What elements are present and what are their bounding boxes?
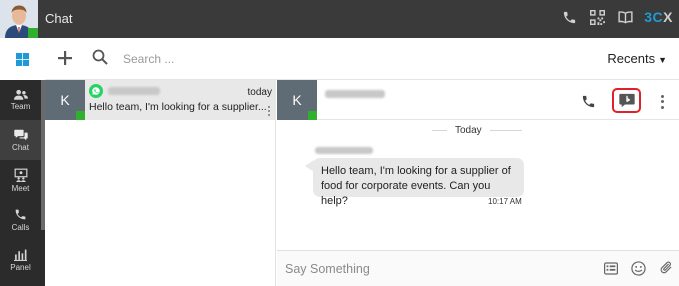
search-icon bbox=[92, 49, 110, 67]
presence-indicator bbox=[28, 28, 38, 38]
emoji-icon[interactable] bbox=[630, 260, 647, 277]
page-title: Chat bbox=[45, 11, 73, 26]
conversation-preview: Hello team, I'm looking for a supplier..… bbox=[89, 101, 267, 113]
recents-label: Recents bbox=[607, 51, 656, 66]
top-actions: 3CX bbox=[560, 8, 673, 26]
presence-indicator bbox=[308, 111, 317, 120]
attachment-icon[interactable] bbox=[658, 260, 675, 277]
nav-label-chat: Chat bbox=[12, 142, 29, 152]
more-options-icon[interactable] bbox=[268, 106, 271, 116]
user-avatar[interactable] bbox=[0, 0, 38, 38]
conversation-time: today bbox=[247, 87, 272, 98]
windows-menu-button[interactable] bbox=[0, 38, 45, 80]
chat-options-icon[interactable] bbox=[655, 94, 669, 109]
day-label: Today bbox=[447, 125, 490, 136]
brand-suffix: X bbox=[663, 9, 673, 25]
search-input[interactable] bbox=[123, 50, 323, 68]
nav-item-chat[interactable]: Chat bbox=[0, 120, 41, 160]
panel-icon bbox=[14, 249, 27, 261]
composer-actions bbox=[602, 260, 675, 277]
nav-label-team: Team bbox=[10, 102, 31, 111]
plus-icon bbox=[58, 51, 72, 65]
nav-label-calls: Calls bbox=[11, 223, 30, 232]
chat-header-actions bbox=[578, 88, 679, 113]
toolbar: Recents▼ bbox=[45, 38, 679, 80]
chat-transfer-icon bbox=[618, 93, 635, 108]
qr-code-icon[interactable] bbox=[588, 8, 606, 26]
brand-logo: 3CX bbox=[644, 9, 673, 25]
new-chat-button[interactable] bbox=[53, 46, 77, 70]
contact-initial: K bbox=[292, 92, 302, 108]
windows-icon bbox=[16, 52, 29, 66]
contact-name-redacted bbox=[108, 87, 160, 95]
contact-avatar: K bbox=[277, 80, 317, 120]
chat-header: K bbox=[277, 80, 679, 120]
message-text: Hello team, I'm looking for a supplier o… bbox=[321, 165, 511, 207]
app-window: Chat 3CX Team Chat Meet Calls Panel Sear… bbox=[0, 0, 679, 286]
whatsapp-icon bbox=[89, 84, 103, 98]
message-bubble[interactable]: Hello team, I'm looking for a supplier o… bbox=[313, 158, 524, 207]
recents-dropdown[interactable]: Recents ▼ bbox=[607, 51, 667, 66]
nav-item-team[interactable]: Team bbox=[0, 80, 41, 120]
top-bar: Chat 3CX bbox=[0, 0, 679, 38]
calls-icon bbox=[15, 209, 26, 220]
contact-name-redacted bbox=[325, 90, 385, 98]
brand-prefix: 3C bbox=[644, 9, 664, 25]
templates-icon[interactable] bbox=[602, 260, 619, 277]
phone-icon bbox=[582, 95, 594, 108]
message-input[interactable] bbox=[285, 259, 585, 279]
chat-icon bbox=[13, 129, 28, 140]
left-nav: Team Chat Meet Calls Panel bbox=[0, 38, 45, 286]
transfer-chat-button[interactable] bbox=[612, 88, 641, 113]
chat-pane: K Today Hello team, I'm looking for a su… bbox=[277, 80, 679, 286]
phone-icon[interactable] bbox=[560, 8, 578, 26]
nav-label-panel: Panel bbox=[10, 262, 31, 272]
team-icon bbox=[13, 89, 28, 100]
caret-down-icon: ▼ bbox=[658, 55, 667, 65]
conversation-item[interactable]: K today Hello team, I'm looking for a su… bbox=[45, 80, 276, 120]
contact-avatar: K bbox=[45, 80, 85, 120]
nav-item-panel[interactable]: Panel bbox=[0, 240, 41, 280]
call-button[interactable] bbox=[578, 92, 598, 112]
message-time: 10:17 AM bbox=[488, 197, 522, 206]
presence-indicator bbox=[76, 111, 85, 120]
nav-item-calls[interactable]: Calls bbox=[0, 200, 41, 240]
nav-item-meet[interactable]: Meet bbox=[0, 160, 41, 200]
conversation-list: K today Hello team, I'm looking for a su… bbox=[45, 80, 276, 286]
contact-initial: K bbox=[60, 92, 70, 108]
book-icon[interactable] bbox=[616, 8, 634, 26]
meet-icon bbox=[14, 168, 27, 182]
nav-label-meet: Meet bbox=[11, 183, 30, 193]
sender-name-redacted bbox=[315, 147, 373, 154]
message-composer bbox=[277, 250, 679, 286]
